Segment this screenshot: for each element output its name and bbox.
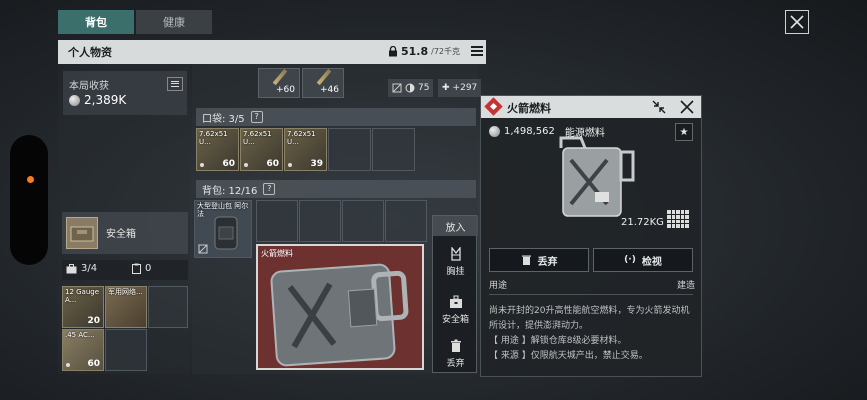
description-line: 【 来源 】仅限航天城产出，禁止交易。: [489, 351, 648, 361]
weight-indicator: 51.8/72千克: [388, 44, 485, 58]
close-icon: [790, 15, 804, 29]
weight-max: /72千克: [431, 46, 461, 56]
safebox-item[interactable]: .45 AC... 60: [62, 329, 104, 371]
safebox-counts: 3/4 0: [62, 260, 188, 280]
earnings-value-row: 2,389K: [69, 93, 126, 107]
ammo-slot[interactable]: +46: [302, 68, 344, 98]
pocket-item[interactable]: 7.62x51 U... 39: [284, 128, 327, 171]
collapse-button[interactable]: [651, 99, 667, 115]
device-notch: [10, 135, 48, 265]
discard-button[interactable]: 丢弃: [489, 248, 589, 272]
build-link[interactable]: 建造: [677, 278, 695, 291]
medkit-icon: ✚: [442, 83, 450, 93]
earnings-panel: 本局收获 2,389K: [63, 71, 187, 115]
backpack-equipped[interactable]: 大型登山包 阿尔法: [194, 200, 252, 258]
safebox-capacity: 3/4: [66, 263, 97, 274]
item-weight: 21.72KG: [621, 217, 664, 228]
collapse-icon: [652, 100, 666, 114]
detail-header: 火箭燃料: [481, 96, 701, 118]
pocket-item[interactable]: 7.62x51 U... 60: [196, 128, 239, 171]
safebox-icon: [66, 217, 98, 249]
sort-menu-button[interactable]: [469, 44, 485, 58]
close-button[interactable]: [785, 10, 809, 34]
pocket-header: 口袋: 3/5 ?: [196, 108, 476, 126]
empty-slot[interactable]: [385, 200, 427, 242]
inspect-icon: (·): [624, 255, 636, 265]
tab-backpack[interactable]: 背包: [58, 10, 134, 34]
lock-icon: [389, 45, 397, 56]
pocket-item[interactable]: 7.62x51 U... 60: [240, 128, 283, 171]
pocket-label: 口袋: 3/5: [202, 113, 245, 125]
put-chest-rig-button[interactable]: 胸挂: [433, 242, 478, 282]
empty-slot[interactable]: [372, 128, 415, 171]
case-icon: [66, 263, 77, 273]
bullet-icon: [316, 68, 332, 86]
safebox-item[interactable]: 12 Gauge A... 20: [62, 286, 104, 328]
earnings-label: 本局收获: [69, 81, 109, 92]
safebox-icon: [449, 295, 462, 308]
price-value: 1,498,562: [504, 126, 555, 137]
no-helmet-icon: [392, 83, 402, 93]
coin-icon: [489, 126, 500, 137]
detail-close-button[interactable]: [679, 99, 695, 115]
clipboard-icon: [132, 263, 141, 274]
item-image: [559, 136, 635, 217]
personal-supplies-header: 个人物资 51.8/72千克: [58, 40, 486, 64]
earnings-list-button[interactable]: [167, 77, 183, 91]
put-safebox-button[interactable]: 安全箱: [433, 290, 478, 330]
star-icon: ★: [679, 126, 689, 138]
weight-value: 51.8: [401, 44, 429, 58]
safebox-slots-used: 3/4: [81, 263, 98, 274]
bullet-icon: [272, 68, 288, 86]
item-description: 尚未开封的20升高性能航空燃料，专为火箭发动机所设计，提供澎湃动力。 【 用途 …: [489, 304, 695, 364]
help-icon[interactable]: ?: [263, 183, 276, 195]
trash-icon: [521, 255, 531, 265]
ammo-slot[interactable]: +60: [258, 68, 300, 98]
fuel-can-icon: [270, 263, 409, 367]
trash-icon: [450, 339, 461, 352]
help-icon[interactable]: ?: [250, 111, 263, 123]
selected-item-rocket-fuel[interactable]: 火箭燃料: [256, 244, 424, 370]
close-icon: [680, 100, 694, 114]
put-discard-button[interactable]: 丢弃: [433, 334, 478, 374]
put-into-title: 放入: [433, 216, 478, 236]
description-line: 【 用途 】解锁仓库8级必要材料。: [489, 336, 627, 346]
vest-icon: [450, 247, 461, 261]
tab-health[interactable]: 健康: [136, 10, 212, 34]
backpack-label: 背包: 12/16: [202, 185, 258, 197]
safebox-other-count: 0: [145, 263, 152, 274]
inspect-button[interactable]: (·) 检视: [593, 248, 693, 272]
safebox-label: 安全箱: [106, 229, 136, 240]
safebox-other: 0: [132, 263, 151, 274]
safebox-item[interactable]: 军用网络...: [105, 286, 147, 328]
armor-stat: 75: [388, 79, 434, 97]
divider: [489, 294, 693, 295]
empty-slot[interactable]: [328, 128, 371, 171]
usage-link[interactable]: 用途: [489, 278, 507, 291]
item-size-icon: [667, 210, 689, 228]
empty-slot[interactable]: [342, 200, 384, 242]
favorite-button[interactable]: ★: [675, 123, 693, 141]
detail-title: 火箭燃料: [507, 102, 551, 115]
backpack-header: 背包: 12/16 ?: [196, 180, 476, 198]
earnings-value: 2,389K: [84, 93, 127, 107]
camera-indicator: [27, 176, 34, 183]
empty-slot[interactable]: [105, 329, 147, 371]
armor-icon: [405, 83, 415, 93]
personal-title: 个人物资: [68, 46, 112, 59]
safebox-slot[interactable]: 安全箱: [62, 212, 188, 254]
unequip-icon: [198, 244, 208, 254]
empty-slot[interactable]: [256, 200, 298, 242]
coin-icon: [69, 94, 80, 106]
description-line: 尚未开封的20升高性能航空燃料，专为火箭发动机所设计，提供澎湃动力。: [489, 306, 690, 331]
empty-slot[interactable]: [299, 200, 341, 242]
put-into-menu: 放入 胸挂 安全箱 丢弃: [432, 215, 478, 374]
item-detail-panel: 火箭燃料 1,498,562 能源燃料 ★ 21.72KG 丢弃 (·) 检视 …: [480, 95, 702, 377]
backpack-icon: [214, 216, 238, 250]
health-stat: ✚ +297: [438, 79, 482, 97]
empty-slot[interactable]: [148, 286, 188, 328]
